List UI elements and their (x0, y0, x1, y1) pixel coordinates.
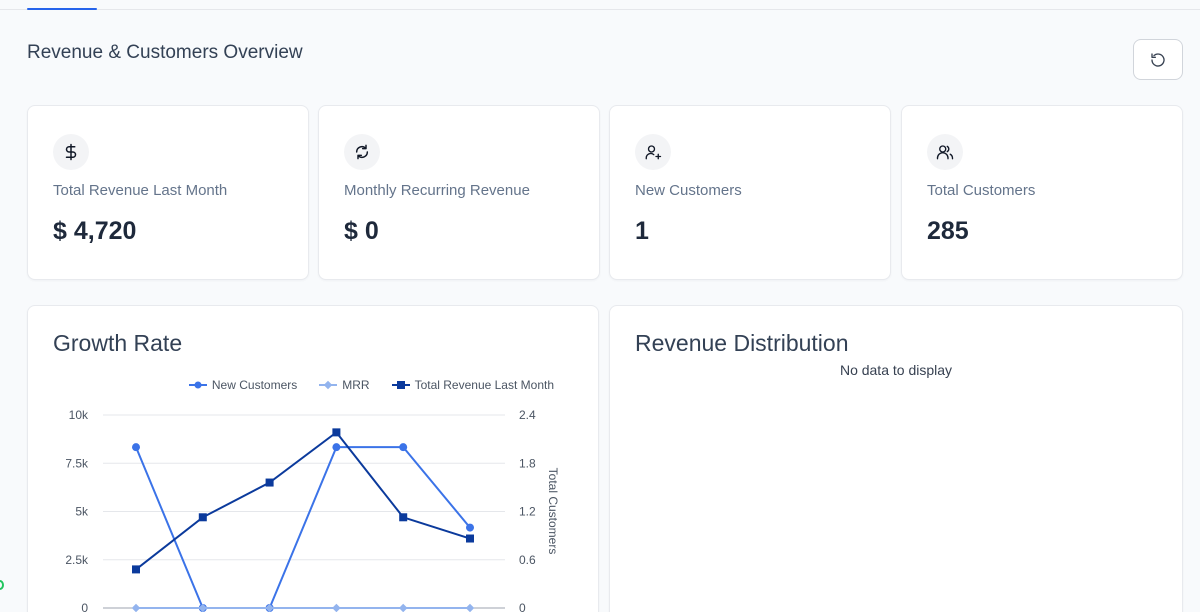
data-point (265, 478, 274, 487)
status-indicator (0, 580, 4, 590)
data-point (132, 443, 140, 452)
stat-value: 1 (635, 217, 649, 245)
recurring-icon (344, 134, 380, 170)
data-point (399, 443, 408, 452)
stat-card-mrr: Monthly Recurring Revenue $ 0 (318, 105, 600, 280)
stat-label: Total Revenue Last Month (53, 182, 228, 199)
revenue-distribution-panel: Revenue Distribution No data to display (609, 305, 1183, 612)
right-tick-label: 2.4 (519, 408, 536, 422)
data-point (131, 603, 141, 612)
right-tick-label: 1.8 (519, 456, 536, 470)
dollar-icon (53, 134, 89, 170)
right-tick-label: 0 (519, 601, 526, 612)
data-point (465, 603, 475, 612)
data-point (198, 603, 208, 612)
growth-rate-chart: 0 0 2.5k 0.6 5k 1.2 7.5k 1.8 10k 2.4 Total Custome… (65, 408, 560, 612)
left-tick-label: 2.5k (65, 553, 89, 567)
data-point (332, 603, 341, 612)
left-tick-label: 7.5k (65, 456, 89, 470)
series-line-0 (135, 446, 471, 609)
growth-rate-panel: Growth Rate New Customers MRR Total Reve… (27, 305, 599, 612)
data-point (265, 603, 274, 612)
data-point (466, 534, 474, 543)
refresh-icon (1151, 52, 1165, 67)
users-icon (927, 134, 963, 170)
data-point (332, 443, 341, 452)
series-line-2 (135, 430, 471, 571)
tab-bar (0, 0, 1200, 10)
data-point (466, 523, 474, 532)
left-tick-label: 5k (75, 505, 89, 519)
data-point (398, 603, 408, 612)
data-point (198, 513, 207, 522)
data-point (132, 565, 140, 574)
left-tick-label: 0 (81, 601, 88, 612)
stat-card-total-customers: Total Customers 285 (901, 105, 1183, 280)
data-point (332, 428, 341, 437)
no-data-message: No data to display (839, 362, 953, 378)
stat-card-total-revenue: Total Revenue Last Month $ 4,720 (27, 105, 309, 280)
stat-card-new-customers: New Customers 1 (609, 105, 891, 280)
left-tick-label: 10k (69, 408, 89, 422)
right-axis-label: Total Customers (546, 468, 560, 555)
stat-value: 285 (927, 217, 969, 245)
active-tab-indicator[interactable] (27, 8, 97, 10)
right-tick-label: 1.2 (519, 505, 536, 519)
stat-value: $ 0 (344, 217, 379, 245)
user-plus-icon (635, 134, 671, 170)
revenue-distribution-title: Revenue Distribution (635, 330, 849, 356)
page-title: Revenue & Customers Overview (27, 42, 303, 63)
data-point (399, 513, 408, 522)
stat-value: $ 4,720 (53, 217, 137, 245)
stat-label: Total Customers (927, 182, 1036, 199)
right-tick-label: 0.6 (519, 553, 536, 567)
stat-label: Monthly Recurring Revenue (344, 182, 530, 199)
refresh-button[interactable] (1133, 39, 1183, 80)
stat-label: New Customers (635, 182, 742, 199)
